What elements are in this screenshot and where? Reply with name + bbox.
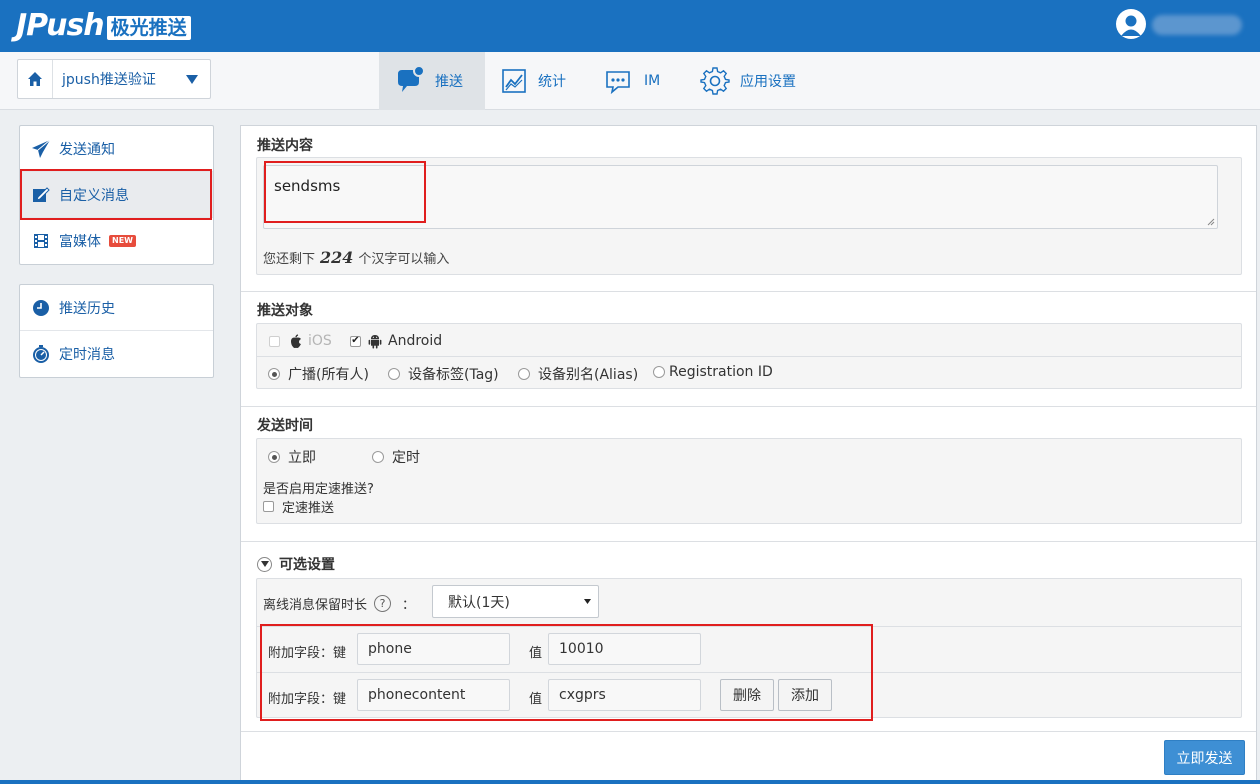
im-chat-icon	[606, 71, 630, 95]
chevron-down-icon	[257, 556, 272, 572]
app-selector-value: jpush推送验证	[62, 72, 156, 88]
highlight-box-message	[264, 161, 426, 223]
throttle-label: 定速推送	[282, 501, 335, 516]
send-scheduled-radio[interactable]: 定时	[372, 447, 420, 467]
tab-im-label: IM	[644, 73, 661, 89]
audience-tag-radio[interactable]: 设备标签(Tag)	[388, 364, 499, 384]
ios-checkbox[interactable]	[269, 335, 280, 347]
radio-button[interactable]	[268, 368, 280, 380]
offline-retention-row: 离线消息保留时长 ? ：	[263, 594, 415, 613]
section-title-target: 推送对象	[257, 303, 313, 319]
user-name-blurred[interactable]	[1152, 15, 1242, 35]
sidebar-item-rich-media[interactable]: 富媒体 NEW	[20, 218, 213, 264]
platform-android-checkbox[interactable]: ✔ Android	[350, 333, 442, 349]
sidebar-item-label: 定时消息	[59, 347, 115, 363]
optional-settings-toggle[interactable]: 可选设置	[257, 554, 335, 574]
apple-icon	[291, 333, 301, 348]
divider	[241, 541, 1256, 542]
remaining-chars-hint: 您还剩下 224 个汉字可以输入	[263, 248, 449, 267]
main-panel: 推送内容 sendsms 您还剩下 224 个汉字可以输入 推送对象 iOS ✔…	[240, 125, 1257, 784]
clock-icon	[30, 297, 52, 319]
chevron-down-icon	[186, 74, 198, 84]
sidebar-item-push-history[interactable]: 推送历史	[20, 285, 213, 331]
radio-button[interactable]	[518, 368, 530, 380]
section-title-content: 推送内容	[257, 138, 313, 154]
checkbox[interactable]	[263, 501, 274, 512]
remaining-prefix: 您还剩下	[263, 252, 316, 267]
offline-retention-select[interactable]: 默认(1天)	[432, 585, 599, 618]
sidebar-item-label: 推送历史	[59, 300, 115, 317]
tab-push[interactable]: 推送	[379, 52, 485, 110]
tab-im[interactable]: IM	[604, 52, 684, 110]
film-icon	[30, 230, 52, 252]
logo-cn-text: 极光推送	[106, 16, 191, 40]
divider	[241, 291, 1256, 292]
audience-registration-id-radio[interactable]: Registration ID	[653, 364, 773, 380]
section-title-send-time: 发送时间	[257, 418, 313, 434]
android-checkbox[interactable]: ✔	[350, 335, 361, 347]
send-time-well: 立即 定时 是否启用定速推送? 定速推送	[256, 438, 1242, 524]
tab-push-label: 推送	[435, 74, 463, 90]
home-icon[interactable]	[18, 60, 53, 98]
audience-alias-radio[interactable]: 设备别名(Alias)	[518, 364, 638, 384]
tab-stats-label: 统计	[538, 74, 566, 90]
audience-broadcast-label: 广播(所有人)	[288, 367, 369, 383]
android-icon	[368, 335, 382, 349]
app-selector[interactable]: jpush推送验证	[17, 59, 211, 99]
sidebar-item-scheduled-messages[interactable]: 定时消息	[20, 331, 213, 377]
highlight-box-extras	[260, 624, 873, 721]
top-bar: JPush 极光推送	[0, 0, 1260, 52]
radio-button[interactable]	[268, 451, 280, 463]
sidebar-item-label: 富媒体	[59, 234, 101, 250]
send-scheduled-label: 定时	[392, 450, 420, 466]
divider	[257, 356, 1241, 357]
divider	[241, 406, 1256, 407]
audience-alias-label: 设备别名(Alias)	[538, 367, 639, 383]
audience-registration-id-label: Registration ID	[669, 364, 773, 380]
sidebar-item-label: 发送通知	[59, 141, 115, 158]
help-icon[interactable]: ?	[374, 595, 392, 612]
android-label: Android	[388, 333, 443, 349]
user-avatar-icon[interactable]	[1116, 9, 1146, 39]
platform-ios-checkbox[interactable]: iOS	[269, 333, 332, 349]
divider	[241, 731, 1256, 732]
tab-stats[interactable]: 统计	[500, 52, 590, 110]
jpush-logo[interactable]: JPush 极光推送	[16, 6, 191, 44]
send-now-label: 立即	[288, 450, 316, 466]
offline-retention-value: 默认(1天)	[448, 594, 510, 611]
radio-button[interactable]	[388, 368, 400, 380]
radio-button[interactable]	[372, 451, 384, 463]
bottom-bar	[0, 780, 1260, 784]
new-badge: NEW	[109, 235, 136, 247]
throttle-question: 是否启用定速推送?	[263, 482, 374, 497]
audience-tag-label: 设备标签(Tag)	[408, 367, 499, 383]
remaining-suffix: 个汉字可以输入	[358, 252, 450, 267]
stats-chart-icon	[502, 69, 526, 93]
audience-broadcast-radio[interactable]: 广播(所有人)	[268, 364, 369, 384]
ios-label: iOS	[308, 333, 332, 349]
timer-icon	[30, 343, 52, 365]
sidebar-group-history: 推送历史 定时消息	[19, 284, 214, 378]
throttle-checkbox[interactable]: 定速推送	[263, 497, 334, 516]
push-bubble-icon	[398, 66, 425, 92]
offline-retention-label: 离线消息保留时长	[263, 598, 368, 613]
logo-text: JPush	[16, 7, 105, 43]
gear-icon	[700, 67, 730, 95]
resize-handle-icon[interactable]	[1207, 218, 1215, 226]
send-now-radio[interactable]: 立即	[268, 447, 316, 467]
remaining-count: 224	[320, 248, 354, 267]
target-well: iOS ✔ Android 广播(所有人) 设备标签(Tag) 设备别名(Ali…	[256, 323, 1242, 389]
highlight-box-sidebar	[20, 169, 212, 220]
sidebar-item-send-notification[interactable]: 发送通知	[20, 126, 213, 172]
radio-button[interactable]	[653, 366, 665, 378]
tab-app-settings-label: 应用设置	[740, 74, 796, 90]
paper-plane-icon	[30, 138, 52, 160]
chevron-down-icon	[584, 599, 591, 604]
send-now-button[interactable]: 立即发送	[1164, 740, 1245, 775]
tab-app-settings[interactable]: 应用设置	[700, 52, 820, 110]
section-title-optional: 可选设置	[279, 557, 335, 573]
colon: ：	[402, 598, 416, 613]
